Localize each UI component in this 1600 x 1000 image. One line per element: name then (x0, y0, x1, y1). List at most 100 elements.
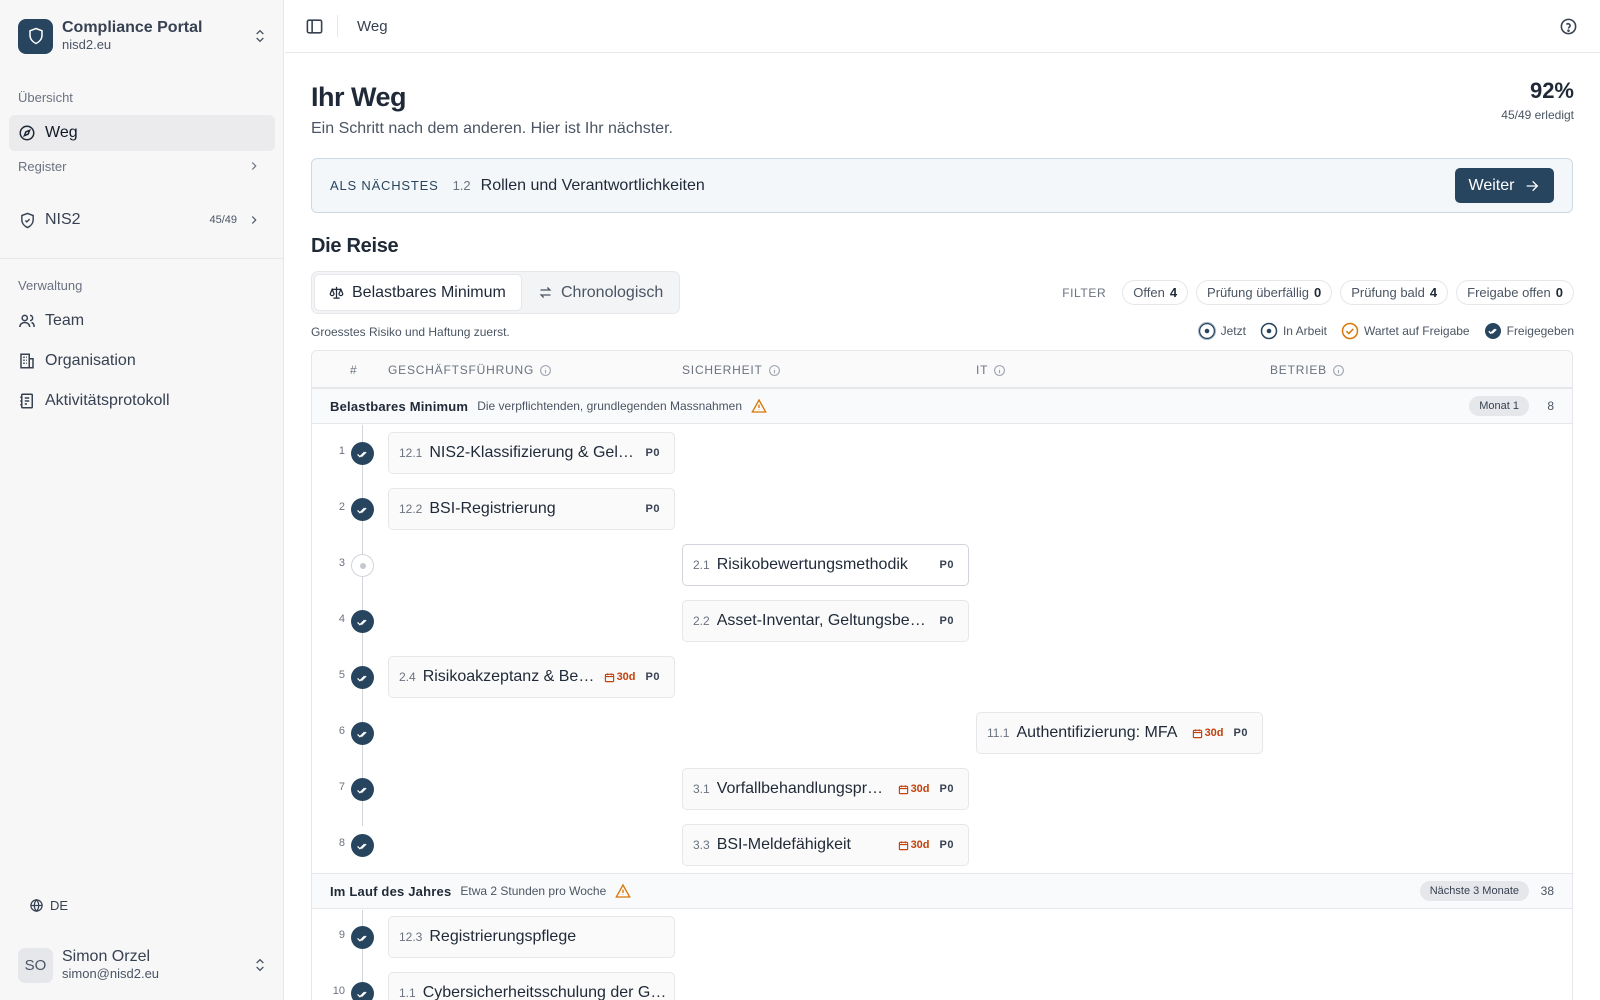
info-icon[interactable] (768, 364, 781, 377)
task-number: 12.3 (399, 930, 423, 944)
org-switcher[interactable]: Compliance Portal nisd2.eu (18, 17, 268, 55)
tab-belastbares-minimum[interactable]: Belastbares Minimum (314, 274, 522, 311)
task-card[interactable]: 1.1 Cybersicherheitsschulung der Geschäf… (388, 972, 675, 1000)
row-number: 3 (338, 557, 345, 569)
row-number: 1 (338, 445, 345, 457)
task-number: 2.2 (693, 614, 710, 628)
task-number: 2.4 (399, 670, 416, 684)
sidebar-item-label: Aktivitätsprotokoll (45, 392, 170, 409)
language-switcher[interactable]: DE (29, 898, 68, 913)
row-number: 4 (338, 613, 345, 625)
chip-label: Prüfung überfällig (1207, 285, 1309, 300)
table-row: 7 3.1 Vorfallbehandlungsprozess 30d P0 (312, 761, 1572, 817)
task-title: Cybersicherheitsschulung der Geschäftsle… (422, 984, 674, 1000)
info-icon[interactable] (993, 364, 1006, 377)
sidebar-item-activity-log[interactable]: Aktivitätsprotokoll (9, 383, 275, 419)
legend-in-progress: In Arbeit (1260, 322, 1327, 340)
task-card[interactable]: 2.1 Risikobewertungsmethodik P0 (682, 544, 969, 586)
chevron-updown-icon (256, 29, 264, 43)
sidebar-toggle-icon[interactable] (305, 17, 324, 36)
step-approved-icon (351, 982, 374, 1000)
sidebar-item-weg[interactable]: Weg (9, 115, 275, 151)
column-header-management: GESCHÄFTSFÜHRUNG (388, 363, 552, 377)
help-icon[interactable] (1559, 17, 1578, 36)
row-number: 2 (338, 501, 345, 513)
task-card[interactable]: 2.4 Risikoakzeptanz & Behandlung 30d P0 (388, 656, 675, 698)
users-icon (18, 312, 36, 330)
legend-approved: Freigegeben (1484, 322, 1574, 340)
next-step-number: 1.2 (452, 178, 471, 193)
legend-label: Freigegeben (1506, 324, 1574, 338)
task-title: Vorfallbehandlungsprozess (716, 780, 890, 797)
shield-check-icon (18, 211, 36, 229)
group-title: Im Lauf des Jahres (330, 883, 452, 899)
task-card[interactable]: 2.2 Asset-Inventar, Geltungsbereich P0 (682, 600, 969, 642)
warning-icon[interactable] (615, 883, 632, 899)
task-title: Asset-Inventar, Geltungsbereich (716, 612, 930, 629)
due-label: 30d (616, 671, 636, 683)
next-step-title: Rollen und Verantwortlichkeiten (480, 176, 705, 194)
task-number: 11.1 (987, 726, 1010, 740)
sidebar-item-register[interactable]: Register (9, 148, 275, 184)
sidebar-item-label: Organisation (45, 352, 136, 369)
warning-icon[interactable] (751, 398, 767, 414)
filter-chip-offen[interactable]: Offen 4 (1122, 280, 1189, 305)
column-label: IT (976, 363, 989, 377)
due-badge: 30d (1192, 727, 1224, 739)
table-row: 2 12.2 BSI-Registrierung P0 (312, 481, 1572, 537)
priority-badge: P0 (939, 559, 954, 571)
task-card[interactable]: 11.1 Authentifizierung: MFA 30d P0 (976, 712, 1263, 754)
continue-button-label: Weiter (1468, 176, 1515, 194)
table-row: 1 12.1 NIS2-Klassifizierung & Geltungsbe… (312, 425, 1572, 481)
task-title: Authentifizierung: MFA (1016, 724, 1178, 741)
sidebar-item-organisation[interactable]: Organisation (9, 343, 275, 379)
group-header: Belastbares Minimum Die verpflichtenden,… (312, 388, 1572, 424)
page-title: Ihr Weg (311, 82, 407, 112)
sidebar-item-team[interactable]: Team (9, 303, 275, 339)
user-name: Simon Orzel (62, 948, 151, 965)
journey-title: Die Reise (311, 235, 399, 257)
sidebar-item-label: Register (18, 158, 67, 174)
chip-label: Freigabe offen (1467, 285, 1551, 300)
task-card[interactable]: 12.3 Registrierungspflege (388, 916, 675, 958)
task-card[interactable]: 12.1 NIS2-Klassifizierung & Geltungsbere… (388, 432, 675, 474)
info-icon[interactable] (1332, 364, 1345, 377)
status-awaiting-icon (1341, 322, 1359, 340)
task-title: Risikobewertungsmethodik (716, 556, 908, 573)
task-title: Risikoakzeptanz & Behandlung (422, 668, 596, 685)
task-title: BSI-Meldefähigkeit (716, 836, 851, 853)
due-badge: 30d (898, 839, 930, 851)
task-number: 12.1 (399, 446, 423, 460)
journey-sort-note: Groesstes Risiko und Haftung zuerst. (311, 325, 510, 339)
info-icon[interactable] (539, 364, 552, 377)
step-approved-icon (351, 834, 374, 857)
task-title: Registrierungspflege (429, 928, 577, 945)
section-admin-label: Verwaltung (18, 278, 83, 293)
sidebar-item-nis2[interactable]: NIS2 45/49 (9, 202, 275, 238)
table-row: 5 2.4 Risikoakzeptanz & Behandlung 30d P… (312, 649, 1572, 705)
due-label: 30d (1204, 727, 1224, 739)
continue-button[interactable]: Weiter (1455, 168, 1554, 203)
task-card[interactable]: 3.1 Vorfallbehandlungsprozess 30d P0 (682, 768, 969, 810)
row-number: 5 (338, 669, 345, 681)
task-card[interactable]: 12.2 BSI-Registrierung P0 (388, 488, 675, 530)
task-card[interactable]: 3.3 BSI-Meldefähigkeit 30d P0 (682, 824, 969, 866)
group-description: Etwa 2 Stunden pro Woche (460, 884, 607, 898)
tab-label: Belastbares Minimum (352, 283, 506, 301)
calendar-icon (898, 840, 908, 850)
row-number: 7 (338, 781, 345, 793)
filter-chip-pruefung-ueberfaellig[interactable]: Prüfung überfällig 0 (1196, 280, 1333, 305)
row-number: 6 (338, 725, 345, 737)
tab-chronologisch[interactable]: Chronologisch (526, 274, 676, 311)
table-row: 3 2.1 Risikobewertungsmethodik P0 (312, 537, 1572, 593)
table-row: 9 12.3 Registrierungspflege (312, 909, 1572, 965)
filter-chip-pruefung-bald[interactable]: Prüfung bald 4 (1340, 280, 1449, 305)
user-menu[interactable]: SO Simon Orzel simon@nisd2.eu (18, 945, 268, 985)
filter-chip-freigabe-offen[interactable]: Freigabe offen 0 (1456, 280, 1574, 305)
step-approved-icon (351, 610, 374, 633)
chip-label: Offen (1133, 285, 1165, 300)
chip-count: 4 (1169, 285, 1178, 300)
org-name: Compliance Portal (62, 19, 203, 36)
topbar: Weg (285, 0, 1600, 53)
building-icon (18, 352, 36, 370)
